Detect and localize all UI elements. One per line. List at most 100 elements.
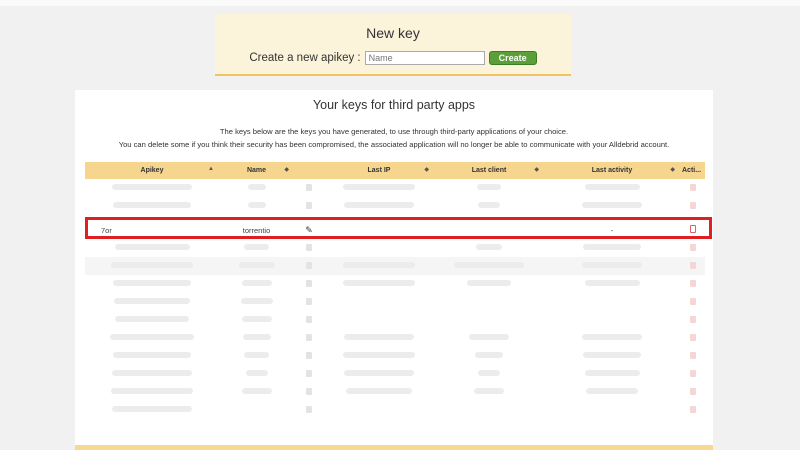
redacted-text: [113, 202, 191, 208]
col-name-label: Name: [246, 167, 267, 174]
redacted-cell: [544, 401, 680, 419]
row-actions-cell: [680, 257, 705, 275]
col-lastip-label: Last IP: [367, 167, 391, 174]
trash-icon[interactable]: [689, 243, 696, 251]
redacted-cell: [544, 197, 680, 215]
edit-icon[interactable]: [306, 297, 312, 305]
redacted-cell: [544, 179, 680, 197]
new-key-title: New key: [366, 25, 420, 41]
edit-icon[interactable]: [306, 261, 312, 269]
col-lastclient-label: Last client: [471, 167, 507, 174]
redacted-cell: [544, 365, 680, 383]
col-lastclient-header[interactable]: Last client ◆: [434, 162, 544, 179]
trash-icon[interactable]: [689, 405, 696, 413]
redacted-text: [111, 388, 193, 394]
table-row-blurred: [85, 311, 705, 329]
redacted-cell: [219, 401, 294, 419]
edit-icon[interactable]: [306, 351, 312, 359]
redacted-text: [247, 202, 266, 208]
col-lastactivity-label: Last activity: [591, 167, 633, 174]
redacted-cell: [434, 347, 544, 365]
row-actions-cell: [680, 329, 705, 347]
trash-icon[interactable]: [689, 387, 696, 395]
trash-icon[interactable]: [689, 297, 696, 305]
redacted-cell: [219, 383, 294, 401]
redacted-cell: [324, 197, 434, 215]
trash-icon[interactable]: [689, 369, 696, 377]
col-name-header[interactable]: Name ◆: [219, 162, 294, 179]
row-edit-cell: [294, 311, 324, 329]
row-actions-cell: [680, 311, 705, 329]
trash-icon[interactable]: [689, 225, 696, 233]
redacted-text: [584, 280, 640, 286]
row-edit-cell: [294, 293, 324, 311]
trash-icon[interactable]: [689, 333, 696, 341]
edit-icon[interactable]: [306, 243, 312, 251]
redacted-cell: [434, 329, 544, 347]
redacted-text: [476, 244, 502, 250]
trash-icon[interactable]: [689, 201, 696, 209]
trash-icon[interactable]: [689, 183, 696, 191]
redacted-cell: [219, 197, 294, 215]
row-edit-cell: ✎: [294, 221, 324, 239]
redacted-text: [242, 334, 271, 340]
table-row-blurred: [85, 383, 705, 401]
row-edit-cell: [294, 239, 324, 257]
col-lastip-header[interactable]: Last IP ◆: [324, 162, 434, 179]
col-apikey-header[interactable]: Apikey ▲: [85, 162, 219, 179]
row-edit-cell: [294, 197, 324, 215]
redacted-text: [110, 334, 194, 340]
table-row-torrentio: 7or torrentio ✎ -: [85, 221, 705, 239]
sort-arrows-icon: ◆: [670, 167, 675, 173]
new-key-row: Create a new apikey : Create: [215, 51, 571, 65]
redacted-cell: [219, 257, 294, 275]
redacted-cell: [324, 329, 434, 347]
row-edit-cell: [294, 347, 324, 365]
apikey-name-input[interactable]: [364, 51, 485, 65]
panel-bottom-strip: [75, 445, 713, 450]
redacted-cell: [85, 383, 219, 401]
edit-icon[interactable]: [306, 387, 312, 395]
edit-icon[interactable]: [306, 405, 312, 413]
edit-icon[interactable]: [306, 333, 312, 341]
redacted-text: [583, 352, 641, 358]
redacted-cell: [434, 197, 544, 215]
redacted-text: [113, 280, 191, 286]
redacted-text: [478, 370, 500, 376]
redacted-cell: [219, 293, 294, 311]
row-edit-cell: [294, 365, 324, 383]
trash-icon[interactable]: [689, 261, 696, 269]
col-lastactivity-header[interactable]: Last activity ◆: [544, 162, 680, 179]
redacted-cell: [434, 401, 544, 419]
redacted-text: [582, 334, 642, 340]
redacted-cell: [544, 239, 680, 257]
edit-icon[interactable]: [306, 369, 312, 377]
edit-icon[interactable]: [306, 315, 312, 323]
trash-icon[interactable]: [689, 279, 696, 287]
redacted-cell: [85, 275, 219, 293]
redacted-text: [584, 184, 640, 190]
redacted-cell: [85, 197, 219, 215]
keys-panel: Your keys for third party apps The keys …: [75, 90, 713, 450]
redacted-cell: [434, 257, 544, 275]
table-row-blurred: [85, 329, 705, 347]
edit-icon[interactable]: [306, 201, 312, 209]
edit-icon[interactable]: [306, 183, 312, 191]
sort-asc-icon: ▲: [208, 166, 214, 172]
redacted-cell: [85, 329, 219, 347]
redacted-cell: [434, 239, 544, 257]
create-button[interactable]: Create: [488, 51, 537, 65]
edit-icon[interactable]: [306, 279, 312, 287]
table-row-blurred: [85, 179, 705, 197]
trash-icon[interactable]: [689, 351, 696, 359]
row-apikey: 7or: [101, 225, 112, 235]
table-row-blurred: [85, 275, 705, 293]
row-edit-cell: [294, 179, 324, 197]
row-actions-cell: [680, 179, 705, 197]
redacted-cell: [324, 257, 434, 275]
redacted-cell: [85, 179, 219, 197]
edit-icon[interactable]: ✎: [305, 225, 313, 235]
redacted-text: [344, 202, 414, 208]
redacted-cell: [544, 329, 680, 347]
trash-icon[interactable]: [689, 315, 696, 323]
